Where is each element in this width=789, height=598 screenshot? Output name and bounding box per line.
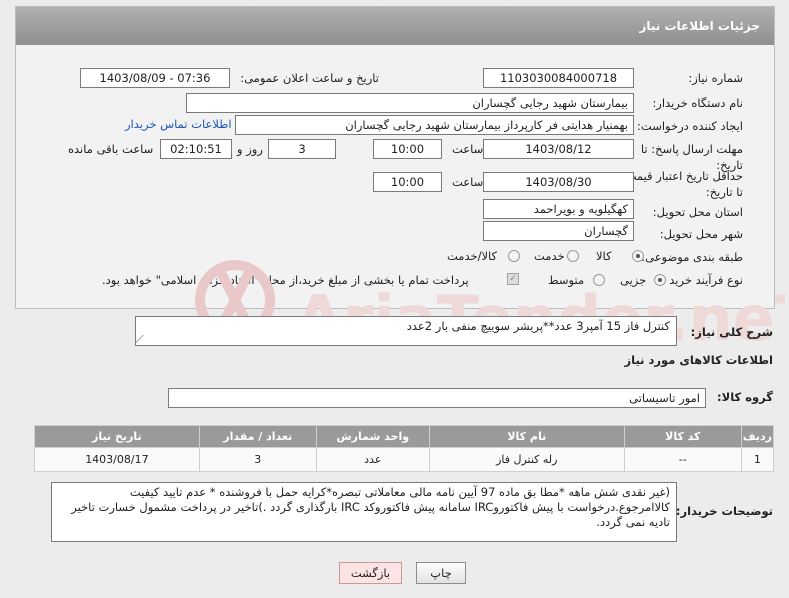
summary-text: کنترل فاز 15 آمپر3 عدد**پریشر سوییچ منفی… [406,319,670,333]
buyer-org-label: نام دستگاه خریدار: [652,96,743,110]
treasury-payment-note: پرداخت تمام یا بخشی از مبلغ خرید،از محل … [102,273,469,287]
goods-table-header: ردیف کد کالا نام کالا واحد شمارش تعداد /… [34,425,775,448]
validity-date-field[interactable]: 1403/08/30 [483,172,634,192]
treasury-payment-checkbox[interactable]: ✓ [507,273,519,285]
row-date: 1403/08/17 [34,447,200,472]
city-label: شهر محل تحویل: [659,227,743,241]
category-goods-label: کالا [596,249,612,263]
category-radio-goods[interactable] [632,250,644,262]
requester-field[interactable]: بهمنیار هدایتی فر کارپرداز بیمارستان شهی… [235,115,634,135]
category-service-label: خدمت [534,249,565,263]
buyer-notes-text: (غیر نقدی شش ماهه *مطا بق ماده 97 آیین ن… [71,485,670,529]
province-field[interactable]: کهگیلویه و بویراحمد [483,199,634,219]
requester-label: ایجاد کننده درخواست: [637,119,743,133]
days-label: روز و [237,142,263,156]
buyer-org-field[interactable]: بیمارستان شهید رجایی گچساران [186,93,634,113]
panel-title: جزئیات اطلاعات نیاز [639,19,760,33]
deadline-time-label: ساعت [452,142,484,156]
purchase-radio-medium[interactable] [593,274,605,286]
col-code-header: کد کالا [623,425,742,448]
purchase-medium-label: متوسط [548,273,585,287]
row-index: 1 [740,447,775,472]
goods-group-label: گروه کالا: [717,390,773,404]
deadline-time-field[interactable]: 10:00 [373,139,442,159]
print-button[interactable]: چاپ [416,562,466,584]
col-unit-header: واحد شمارش [315,425,430,448]
buyer-notes-label: توضیحات خریدار: [675,504,773,518]
purchase-minor-label: جزیی [620,273,647,287]
category-radio-goods-service[interactable] [508,250,520,262]
resize-grip-icon[interactable] [135,335,151,343]
validity-time-field[interactable]: 10:00 [373,172,442,192]
purchase-radio-minor[interactable] [654,274,666,286]
col-date-header: تاریخ نیاز [34,425,200,448]
remaining-time-label: ساعت باقی مانده [68,142,154,156]
buyer-notes-textarea[interactable]: (غیر نقدی شش ماهه *مطا بق ماده 97 آیین ن… [51,482,677,542]
col-row-header: ردیف [740,425,775,448]
category-label: طبقه بندی موضوعی: [641,250,743,264]
remaining-time-field[interactable]: 02:10:51 [160,139,232,159]
contact-info-link[interactable]: اطلاعات تماس خریدار [125,117,232,131]
table-row[interactable]: 1 -- رله کنترل فاز عدد 3 1403/08/17 [34,447,775,472]
announce-datetime-field[interactable]: 1403/08/09 - 07:36 [80,68,230,88]
row-qty: 3 [198,447,317,472]
announce-datetime-label: تاریخ و ساعت اعلان عمومی: [240,71,379,85]
need-number-label: شماره نیاز: [688,71,743,85]
summary-label: شرح کلی نیاز: [690,325,773,339]
panel-header: جزئیات اطلاعات نیاز [16,7,774,45]
category-goods-service-label: کالا/خدمت [447,249,498,263]
col-name-header: نام کالا [428,425,625,448]
summary-textarea[interactable]: کنترل فاز 15 آمپر3 عدد**پریشر سوییچ منفی… [135,316,677,346]
need-number-field[interactable]: 1103030084000718 [483,68,634,88]
row-unit: عدد [315,447,430,472]
row-code: -- [623,447,742,472]
validity-time-label: ساعت [452,175,484,189]
col-qty-header: تعداد / مقدار [198,425,317,448]
back-button[interactable]: بازگشت [339,562,402,584]
goods-section-title: اطلاعات کالاهای مورد نیاز [624,353,773,367]
province-label: استان محل تحویل: [652,205,743,219]
city-field[interactable]: گچساران [483,221,634,241]
goods-group-field[interactable]: امور تاسیساتی [168,388,706,408]
row-name: رله کنترل فاز [428,447,625,472]
goods-table: ردیف کد کالا نام کالا واحد شمارش تعداد /… [34,425,775,472]
purchase-type-label: نوع فرآیند خرید : [661,273,743,287]
days-remaining-field[interactable]: 3 [268,139,336,159]
category-radio-service[interactable] [567,250,579,262]
deadline-date-field[interactable]: 1403/08/12 [483,139,634,159]
